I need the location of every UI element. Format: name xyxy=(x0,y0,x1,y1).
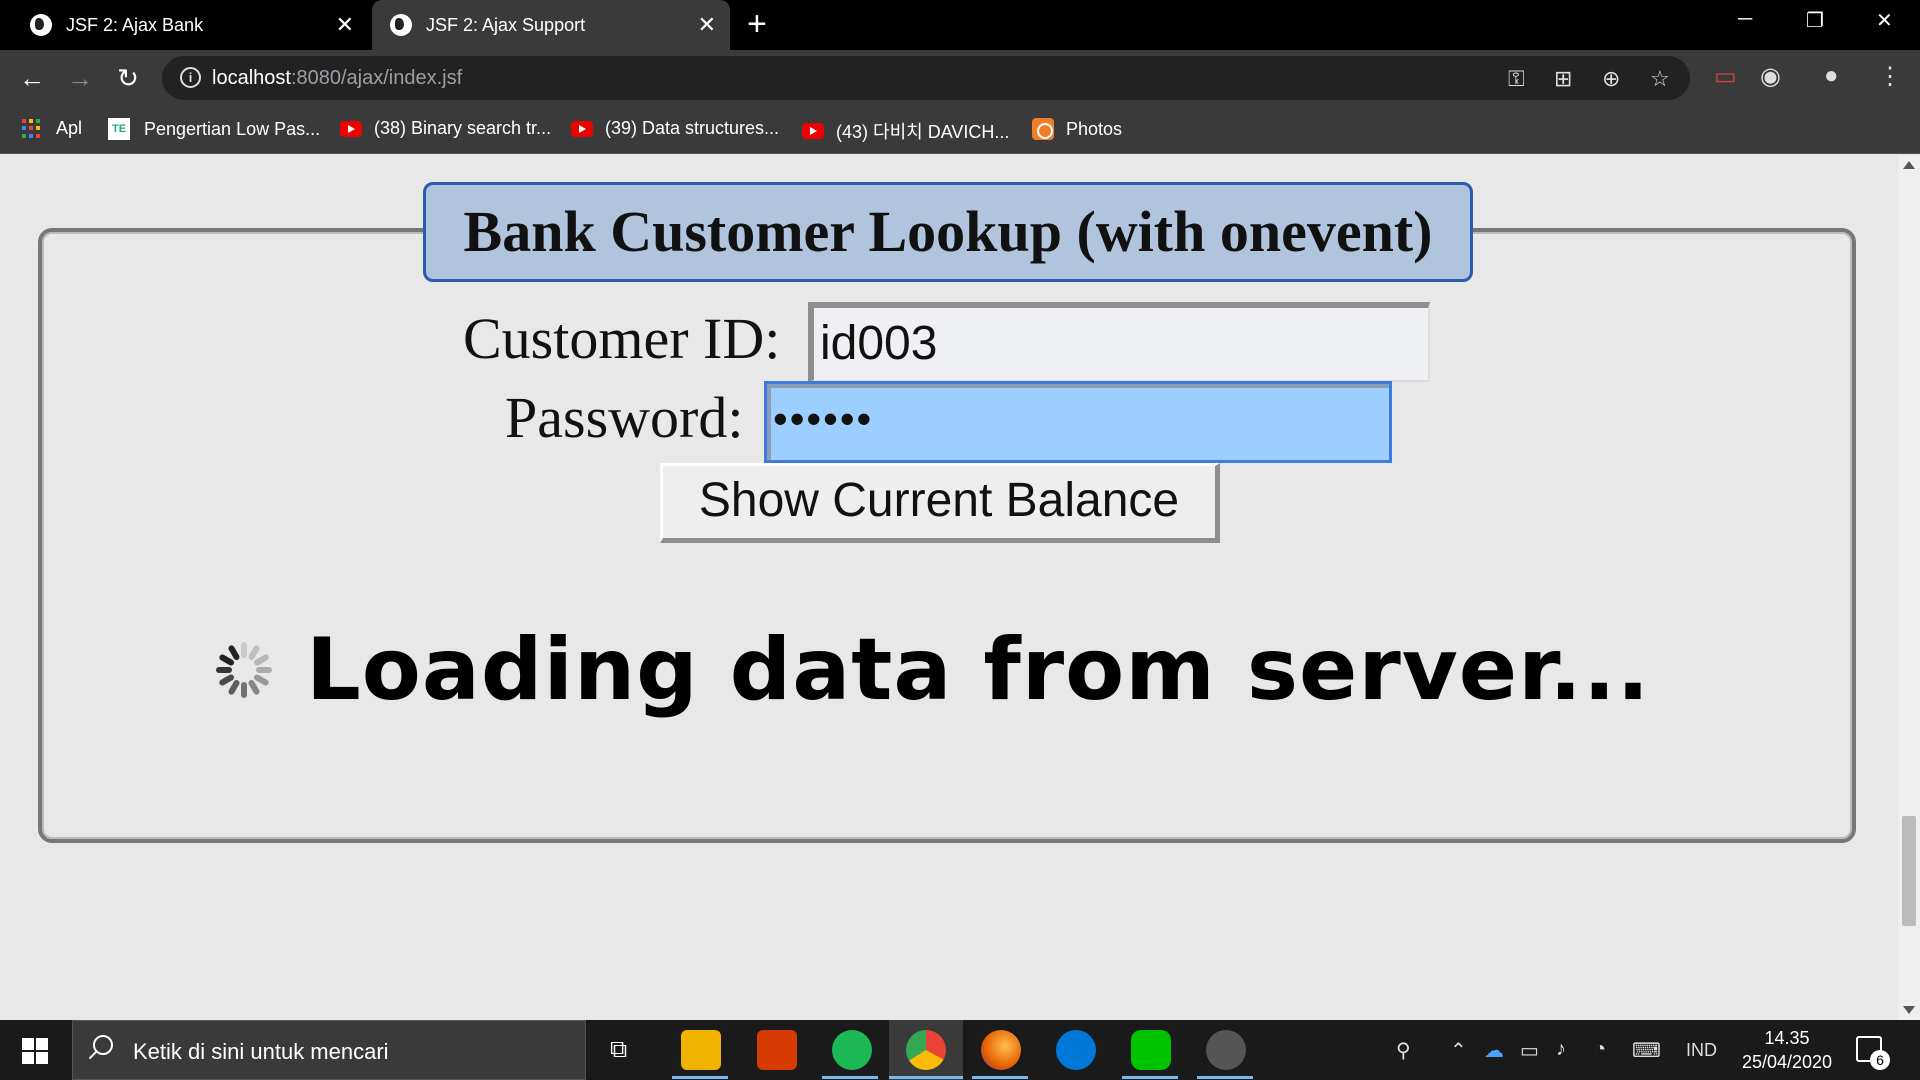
bookmark-data-structures[interactable]: (39) Data structures... xyxy=(571,118,779,139)
customer-id-input[interactable]: id003 xyxy=(808,302,1430,382)
bookmark-star-icon[interactable]: ☆ xyxy=(1650,66,1670,92)
bookmark-binary-search[interactable]: (38) Binary search tr... xyxy=(340,118,551,139)
spotify-icon[interactable] xyxy=(832,1030,872,1070)
network-icon[interactable]: ◔ xyxy=(1594,1038,1606,1061)
battery-icon[interactable]: ▭ xyxy=(1520,1038,1539,1063)
extension-icon[interactable]: ◉ xyxy=(1760,62,1781,91)
onedrive-icon[interactable]: ☁ xyxy=(1484,1038,1504,1063)
spinner-icon xyxy=(214,640,274,700)
search-icon xyxy=(93,1035,113,1055)
taskbar-search-placeholder: Ketik di sini untuk mencari xyxy=(133,1039,389,1064)
firefox-icon[interactable] xyxy=(981,1030,1021,1070)
windows-start-icon[interactable] xyxy=(22,1038,48,1064)
task-view-icon[interactable]: ⧉ xyxy=(610,1036,627,1064)
clock-time: 14.35 xyxy=(1764,1028,1810,1048)
new-tab-button[interactable]: + xyxy=(747,6,767,42)
tab-title: JSF 2: Ajax Support xyxy=(426,14,586,35)
bookmark-low-pass[interactable]: TE Pengertian Low Pas... xyxy=(108,118,320,140)
show-balance-button[interactable]: Show Current Balance xyxy=(660,463,1220,543)
bookmark-photos[interactable]: Photos xyxy=(1032,118,1122,140)
office-icon[interactable] xyxy=(757,1030,797,1070)
address-bar[interactable]: i localhost:8080/ajax/index.jsf ⚿ ⊞ ⊕ ☆ xyxy=(162,56,1690,100)
close-window-button[interactable]: ✕ xyxy=(1876,8,1893,33)
password-label: Password: xyxy=(505,385,744,450)
bookmark-apps[interactable]: Apl xyxy=(22,118,82,139)
youtube-icon xyxy=(571,120,593,137)
settings-gear-icon[interactable] xyxy=(1206,1030,1246,1070)
zoom-icon[interactable]: ⊕ xyxy=(1602,66,1620,92)
bookmark-label: (39) Data structures... xyxy=(605,118,780,138)
running-indicator xyxy=(1122,1076,1178,1079)
running-indicator xyxy=(889,1076,963,1079)
tab-ajax-bank[interactable]: JSF 2: Ajax Bank ✕ xyxy=(0,0,368,50)
forward-button[interactable]: → xyxy=(64,62,96,94)
scrollbar-thumb[interactable] xyxy=(1902,816,1916,926)
running-indicator xyxy=(822,1076,878,1079)
scroll-down-icon[interactable] xyxy=(1903,1006,1915,1014)
key-icon[interactable]: ⚿ xyxy=(1508,66,1525,92)
page-viewport: Bank Customer Lookup (with onevent) Cust… xyxy=(0,155,1920,1020)
loading-text: Loading data from server... xyxy=(306,620,1651,720)
youtube-icon xyxy=(340,120,362,137)
reload-button[interactable]: ↻ xyxy=(112,62,144,94)
input-language[interactable]: IND xyxy=(1686,1040,1717,1061)
bookmark-label: Photos xyxy=(1066,118,1123,139)
tab-ajax-support[interactable]: JSF 2: Ajax Support ✕ xyxy=(372,0,730,50)
globe-icon xyxy=(390,14,412,36)
bookmarks-bar: Apl TE Pengertian Low Pas... (38) Binary… xyxy=(0,106,1920,154)
edge-icon[interactable] xyxy=(1056,1030,1096,1070)
taskbar-search[interactable]: Ketik di sini untuk mencari xyxy=(72,1020,586,1080)
restore-button[interactable]: ❐ xyxy=(1806,8,1824,33)
apps-grid-icon xyxy=(22,118,42,139)
page-scrollbar[interactable] xyxy=(1898,155,1920,1020)
bookmark-label: Pengertian Low Pas... xyxy=(144,118,321,139)
password-input[interactable]: •••••• xyxy=(764,381,1392,463)
bookmark-davichi[interactable]: (43) 다비치 DAVICH... xyxy=(802,118,1009,144)
scroll-up-icon[interactable] xyxy=(1903,161,1915,169)
clock-date: 25/04/2020 xyxy=(1741,1052,1833,1072)
menu-icon[interactable]: ⋮ xyxy=(1878,62,1902,91)
extension-icon[interactable]: ▭ xyxy=(1714,62,1737,91)
globe-icon xyxy=(30,14,52,36)
close-tab-icon[interactable]: ✕ xyxy=(336,13,354,37)
tab-title: JSF 2: Ajax Bank xyxy=(66,14,204,35)
keyboard-icon[interactable]: ⌨ xyxy=(1632,1038,1661,1063)
line-icon[interactable] xyxy=(1131,1030,1171,1070)
running-indicator xyxy=(1197,1076,1253,1079)
url-text[interactable]: localhost:8080/ajax/index.jsf xyxy=(212,67,462,90)
site-icon: TE xyxy=(108,118,130,140)
taskbar-clock[interactable]: 14.35 25/04/2020 xyxy=(1732,1026,1842,1074)
loading-indicator: Loading data from server... xyxy=(214,620,1650,720)
browser-tab-bar: JSF 2: Ajax Bank ✕ JSF 2: Ajax Support ✕… xyxy=(0,0,1920,50)
running-indicator xyxy=(972,1076,1028,1079)
minimize-button[interactable]: ─ xyxy=(1738,8,1752,31)
photos-icon xyxy=(1032,118,1054,140)
running-indicator xyxy=(672,1076,728,1079)
people-icon[interactable]: ⚲ xyxy=(1396,1038,1411,1063)
youtube-icon xyxy=(802,123,824,139)
browser-toolbar: ← → ↻ i localhost:8080/ajax/index.jsf ⚿ … xyxy=(0,50,1920,106)
back-button[interactable]: ← xyxy=(16,62,48,94)
volume-icon[interactable]: ♪ xyxy=(1556,1038,1566,1061)
windows-taskbar: Ketik di sini untuk mencari ⧉ ⚲ ⌃ ☁ ▭ ♪ … xyxy=(0,1020,1920,1080)
show-hidden-icons[interactable]: ⌃ xyxy=(1450,1038,1467,1063)
profile-icon[interactable]: ● xyxy=(1824,62,1839,90)
bookmark-label: Apl xyxy=(56,118,83,138)
bookmark-label: (38) Binary search tr... xyxy=(374,118,552,138)
file-explorer-icon[interactable] xyxy=(681,1030,721,1070)
translate-icon[interactable]: ⊞ xyxy=(1554,66,1572,92)
fieldset-legend: Bank Customer Lookup (with onevent) xyxy=(423,182,1473,282)
close-tab-icon[interactable]: ✕ xyxy=(698,13,716,37)
notification-count-badge: 6 xyxy=(1870,1050,1890,1070)
chrome-icon[interactable] xyxy=(906,1030,946,1070)
bookmark-label: (43) 다비치 DAVICH... xyxy=(836,122,1010,142)
site-info-icon[interactable]: i xyxy=(180,67,201,88)
customer-id-label: Customer ID: xyxy=(463,306,781,371)
